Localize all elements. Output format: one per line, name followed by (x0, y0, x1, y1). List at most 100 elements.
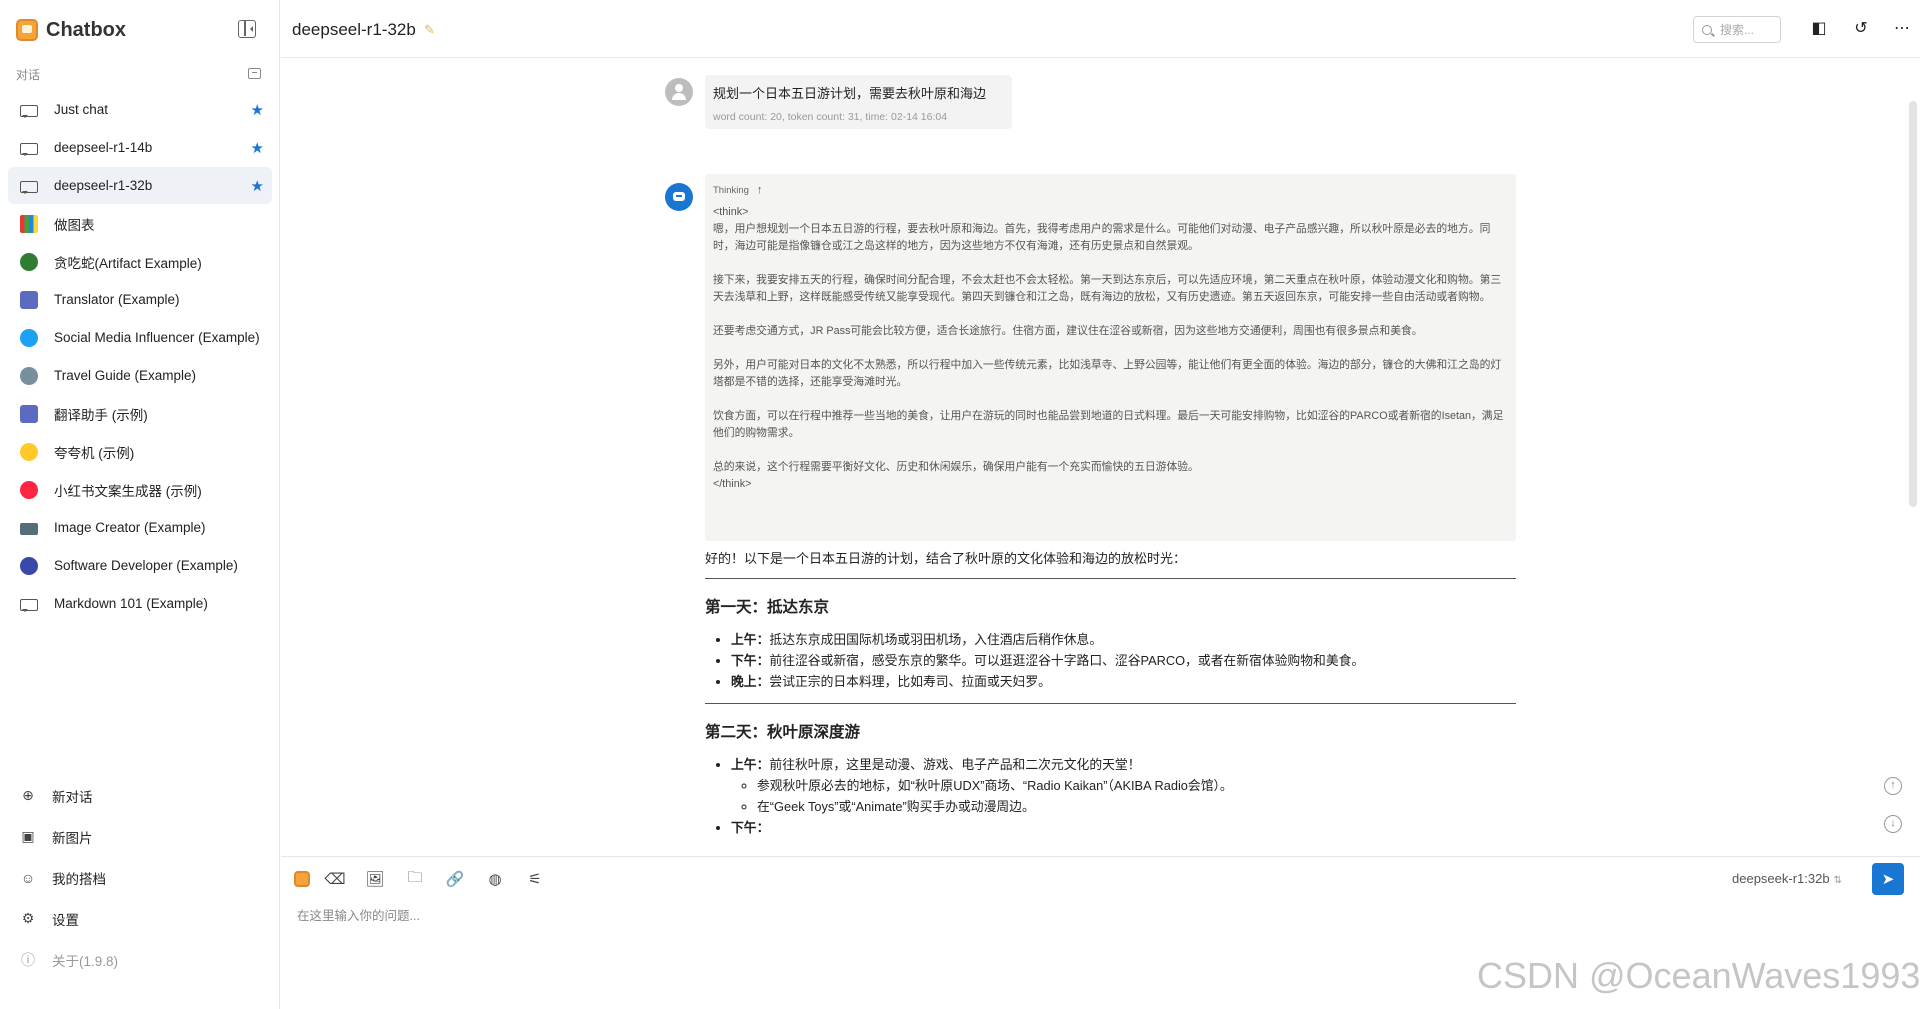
thinking-text: <think> 嗯，用户想规划一个日本五日游的行程，要去秋叶原和海边。首先，我得… (713, 206, 1504, 490)
list-item: 晚上：尝试正宗的日本料理，比如寿司、拉面或天妇罗。 (731, 671, 1516, 692)
assistant-message: 好的！以下是一个日本五日游的计划，结合了秋叶原的文化体验和海边的放松时光： 第一… (705, 548, 1516, 838)
list-item: 上午：前往秋叶原，这里是动漫、游戏、电子产品和二次元文化的天堂！ 参观秋叶原必去… (731, 754, 1516, 817)
eraser-icon[interactable]: ⌫ (324, 868, 346, 890)
conversation-item[interactable]: deepseel-r1-14b ★ (8, 129, 272, 166)
scroll-to-top-icon[interactable]: ↑ (1884, 777, 1902, 795)
collapse-sidebar-icon[interactable] (238, 20, 256, 38)
chat-bubble-icon (20, 104, 38, 118)
translator-avatar-icon (20, 290, 38, 309)
conversation-item-active[interactable]: deepseel-r1-32b ★ (8, 167, 272, 204)
collapse-arrow-icon[interactable]: ↑ (757, 184, 763, 196)
conversation-item[interactable]: 贪吃蛇(Artifact Example) (8, 243, 272, 280)
conversation-item[interactable]: 翻译助手 (示例) (8, 395, 272, 432)
developer-avatar-icon (20, 556, 38, 575)
snake-avatar-icon (20, 252, 38, 271)
my-copilots-label: 我的搭档 (52, 871, 106, 887)
sidebar-bottom-menu: ⊕ 新对话 ▣ 新图片 ☺ 我的搭档 ⚙ 设置 ⓘ 关于(1.9.8) (8, 775, 272, 980)
sub-list: 参观秋叶原必去的地标，如“秋叶原UDX”商场、“Radio Kaikan”（AK… (731, 775, 1516, 817)
about-button[interactable]: ⓘ 关于(1.9.8) (8, 939, 272, 980)
conversation-label: Just chat (54, 102, 109, 117)
more-options-icon[interactable]: ⋯ (1892, 19, 1912, 39)
time-label: 晚上： (731, 674, 770, 689)
conversation-label: deepseel-r1-32b (54, 178, 153, 193)
star-icon[interactable]: ★ (251, 139, 264, 157)
chat-bubble-icon (20, 142, 38, 156)
gear-icon: ⚙ (21, 910, 35, 926)
message-input[interactable]: 在这里输入你的问题... (297, 905, 420, 924)
conversation-label: deepseel-r1-14b (54, 140, 153, 155)
conversation-item[interactable]: 小红书文案生成器 (示例) (8, 471, 272, 508)
new-image-label: 新图片 (52, 830, 93, 846)
divider (705, 703, 1516, 704)
star-icon[interactable]: ★ (251, 101, 264, 119)
time-label: 上午： (731, 757, 770, 772)
conversation-item[interactable]: Just chat ★ (8, 91, 272, 128)
link-icon[interactable]: 🔗 (444, 868, 466, 890)
folder-icon[interactable]: 🗀 (404, 868, 426, 890)
conversation-label: Image Creator (Example) (54, 520, 206, 535)
app-name: Chatbox (46, 18, 126, 41)
globe-icon[interactable]: ◍ (484, 868, 506, 890)
settings-sliders-icon[interactable]: ⚟ (524, 868, 546, 890)
search-placeholder: 搜索... (1720, 23, 1755, 37)
conversations-section-label: 对话 (16, 68, 41, 82)
settings-label: 设置 (52, 912, 79, 928)
chat-bubble-icon (20, 180, 38, 194)
search-icon (1702, 24, 1712, 35)
time-label: 下午： (731, 820, 770, 835)
conversation-item[interactable]: Markdown 101 (Example) (8, 585, 272, 622)
list-item: 上午：抵达东京成田国际机场或羽田机场，入住酒店后稍作休息。 (731, 629, 1516, 650)
user-message: 规划一个日本五日游计划，需要去秋叶原和海边 word count: 20, to… (705, 75, 1012, 129)
conversation-label: Software Developer (Example) (54, 558, 238, 573)
history-icon[interactable]: ↺ (1851, 19, 1871, 39)
my-copilots-button[interactable]: ☺ 我的搭档 (8, 857, 272, 898)
conversation-item[interactable]: 夸夸机 (示例) (8, 433, 272, 470)
list-item: 下午：前往涩谷或新宿，感受东京的繁华。可以逛逛涩谷十字路口、涩谷PARCO，或者… (731, 650, 1516, 671)
new-chat-button[interactable]: ⊕ 新对话 (8, 775, 272, 816)
translator-avatar-icon (20, 404, 38, 423)
search-input[interactable]: 搜索... (1693, 16, 1781, 43)
new-image-button[interactable]: ▣ 新图片 (8, 816, 272, 857)
conversation-item[interactable]: Image Creator (Example) (8, 509, 272, 546)
info-icon: ⓘ (21, 951, 35, 968)
conversation-item[interactable]: Software Developer (Example) (8, 547, 272, 584)
conversation-item[interactable]: Translator (Example) (8, 281, 272, 318)
new-image-icon: ▣ (21, 828, 35, 844)
new-chat-label: 新对话 (52, 789, 93, 805)
conversation-list: Just chat ★ deepseel-r1-14b ★ deepseel-r… (8, 91, 272, 623)
day-heading: 第一天：抵达东京 (705, 599, 830, 616)
conversation-label: Markdown 101 (Example) (54, 596, 208, 611)
chat-header: deepseel-r1-32b ✎ 搜索... ◧ ↺ ⋯ (281, 0, 1920, 58)
scroll-to-bottom-icon[interactable]: ↓ (1884, 815, 1902, 833)
toggle-panel-icon[interactable]: ◧ (1809, 19, 1829, 39)
conversation-label: Translator (Example) (54, 292, 180, 307)
chart-avatar-icon (20, 214, 38, 233)
thinking-header[interactable]: Thinking ↑ (713, 184, 1508, 196)
model-selector[interactable]: deepseek-r1:32b ⇅ (1732, 871, 1842, 886)
send-icon: ➤ (1881, 871, 1895, 888)
conversation-item[interactable]: Social Media Influencer (Example) (8, 319, 272, 356)
chatbox-toolbar-button[interactable] (291, 868, 313, 890)
conversation-label: Social Media Influencer (Example) (54, 330, 260, 345)
settings-button[interactable]: ⚙ 设置 (8, 898, 272, 939)
chatbox-app: Chatbox 对话 Just chat ★ deepseel-r1-14b ★… (0, 0, 1920, 1009)
conversation-label: 做图表 (54, 217, 95, 233)
user-message-meta: word count: 20, token count: 31, time: 0… (713, 111, 948, 123)
send-button[interactable]: ➤ (1872, 863, 1904, 895)
thinking-block: Thinking ↑ <think> 嗯，用户想规划一个日本五日游的行程，要去秋… (705, 174, 1516, 541)
conversation-item[interactable]: 做图表 (8, 205, 272, 242)
assistant-avatar (665, 183, 693, 211)
thinking-label: Thinking (713, 184, 749, 196)
chat-bubble-icon (20, 598, 38, 612)
scrollbar-thumb[interactable] (1909, 101, 1917, 507)
star-icon[interactable]: ★ (251, 177, 264, 195)
conversation-label: 夸夸机 (示例) (54, 445, 135, 461)
conversation-label: 贪吃蛇(Artifact Example) (54, 255, 202, 271)
edit-title-icon[interactable]: ✎ (424, 22, 435, 38)
archive-icon[interactable] (248, 68, 261, 79)
item-text: 前往秋叶原，这里是动漫、游戏、电子产品和二次元文化的天堂！ (769, 757, 1141, 772)
image-upload-icon[interactable]: 🖼 (364, 868, 386, 890)
praise-avatar-icon (20, 442, 38, 461)
item-text: 前往涩谷或新宿，感受东京的繁华。可以逛逛涩谷十字路口、涩谷PARCO，或者在新宿… (769, 653, 1365, 668)
conversation-item[interactable]: Travel Guide (Example) (8, 357, 272, 394)
